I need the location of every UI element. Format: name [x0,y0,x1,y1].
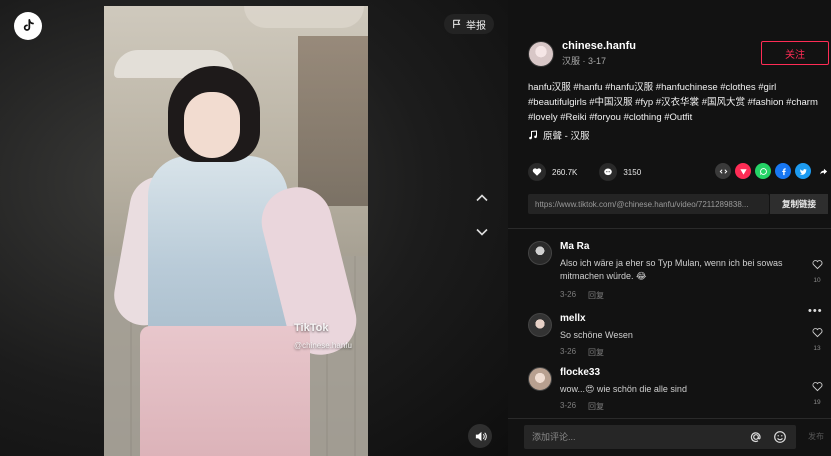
follow-button[interactable]: 关注 [761,41,829,65]
comment-reply-button[interactable]: 回复 [588,290,604,301]
figure-skirt [140,326,310,456]
heart-outline-icon [812,382,822,392]
volume-button[interactable] [468,424,492,448]
comment-like-button[interactable]: 13 [810,325,824,352]
comment-meta: 3-26 回复 [560,401,604,412]
flag-icon [453,19,461,29]
comment-meta: 3-26 回复 [560,347,604,358]
twitter-icon [799,168,807,175]
post-comment-button[interactable]: 发布 [808,431,824,442]
comment-like-button[interactable]: 10 [810,257,824,284]
more-share-button[interactable] [815,163,831,179]
copy-link-button[interactable]: 复制链接 [770,194,828,214]
mention-button[interactable] [748,429,764,445]
report-label: 举报 [466,20,486,32]
author-info[interactable]: chinese.hanfu 汉服 · 3-17 [528,40,636,67]
comment-avatar[interactable] [528,313,552,337]
next-video-button[interactable] [470,220,494,244]
watermark-handle: @chinese.hanfu [294,341,352,350]
figure-face [184,92,240,158]
like-button[interactable] [528,163,546,181]
share-arrow-icon [819,168,827,174]
chevron-up-icon [476,194,488,202]
scene-wall [298,36,368,206]
comment-reply-button[interactable]: 回复 [588,401,604,412]
emoji-icon [774,431,786,443]
side-panel: chinese.hanfu 汉服 · 3-17 关注 hanfu汉服 #hanf… [508,0,831,456]
comment-username[interactable]: flocke33 [560,367,600,378]
like-count: 260.7K [552,167,578,177]
video-caption: hanfu汉服 #hanfu #hanfu汉服 #hanfuchinese #c… [528,82,818,123]
video-link-field[interactable]: https://www.tiktok.com/@chinese.hanfu/vi… [528,194,769,214]
comment-reply-button[interactable]: 回复 [588,347,604,358]
comment-like-count: 13 [813,345,821,352]
facebook-icon [781,167,786,175]
author-subtitle: 汉服 · 3-17 [562,56,607,66]
comment-button[interactable] [599,163,618,181]
comment-text: wow...😍 wie schön die alle sind [560,384,687,394]
music-note-icon [529,130,537,140]
more-options-icon[interactable]: ••• [808,305,823,317]
share-row [715,163,831,179]
comment-like-button[interactable]: 19 [810,379,824,406]
scene-umbrella [244,6,364,28]
chevron-down-icon [476,228,488,236]
comment-date: 3-26 [560,347,577,356]
music-title: 原聲 - 汉服 [543,131,590,142]
facebook-share-button[interactable] [775,163,791,179]
heart-outline-icon [812,328,822,338]
comment-meta: 3-26 回复 [560,290,604,301]
tiktok-logo-icon[interactable] [14,12,42,40]
comment-username[interactable]: mellx [560,313,586,324]
author-name[interactable]: chinese.hanfu [562,40,636,52]
whatsapp-icon [759,167,767,175]
comment-like-count: 19 [813,399,821,406]
twitter-share-button[interactable] [795,163,811,179]
music-link[interactable]: 原聲 - 汉服 [528,128,589,142]
emoji-button[interactable] [772,429,788,445]
comment-date: 3-26 [560,290,577,299]
whatsapp-share-button[interactable] [755,163,771,179]
divider [508,228,831,229]
author-avatar[interactable] [528,40,554,67]
heart-icon [532,168,542,176]
comment-date: 3-26 [560,401,577,410]
comment-count: 3150 [623,167,642,177]
embed-share-button[interactable] [715,163,731,179]
comment-text: Also ich wäre ja eher so Typ Mulan, wenn… [560,258,783,281]
comment-icon [604,168,613,176]
video-pane[interactable]: 举报 TikTok @chinese.hanfu [0,0,508,456]
volume-icon [475,431,487,441]
comment-username[interactable]: Ma Ra [560,241,589,252]
comment-avatar[interactable] [528,367,552,391]
heart-outline-icon [812,260,822,270]
comment-bar: 发布 [508,418,831,456]
paper-plane-icon [739,168,747,175]
report-button[interactable]: 举报 [444,14,494,34]
code-icon [719,168,727,174]
watermark-brand: TikTok [294,322,329,334]
send-share-button[interactable] [735,163,751,179]
video-player[interactable] [104,6,368,456]
at-icon [750,432,761,442]
comment-like-count: 10 [813,277,821,284]
comment-text: So schöne Wesen [560,330,633,340]
comment-avatar[interactable] [528,241,552,265]
engagement-stats: 260.7K 3150 [528,163,641,181]
previous-video-button[interactable] [470,186,494,210]
